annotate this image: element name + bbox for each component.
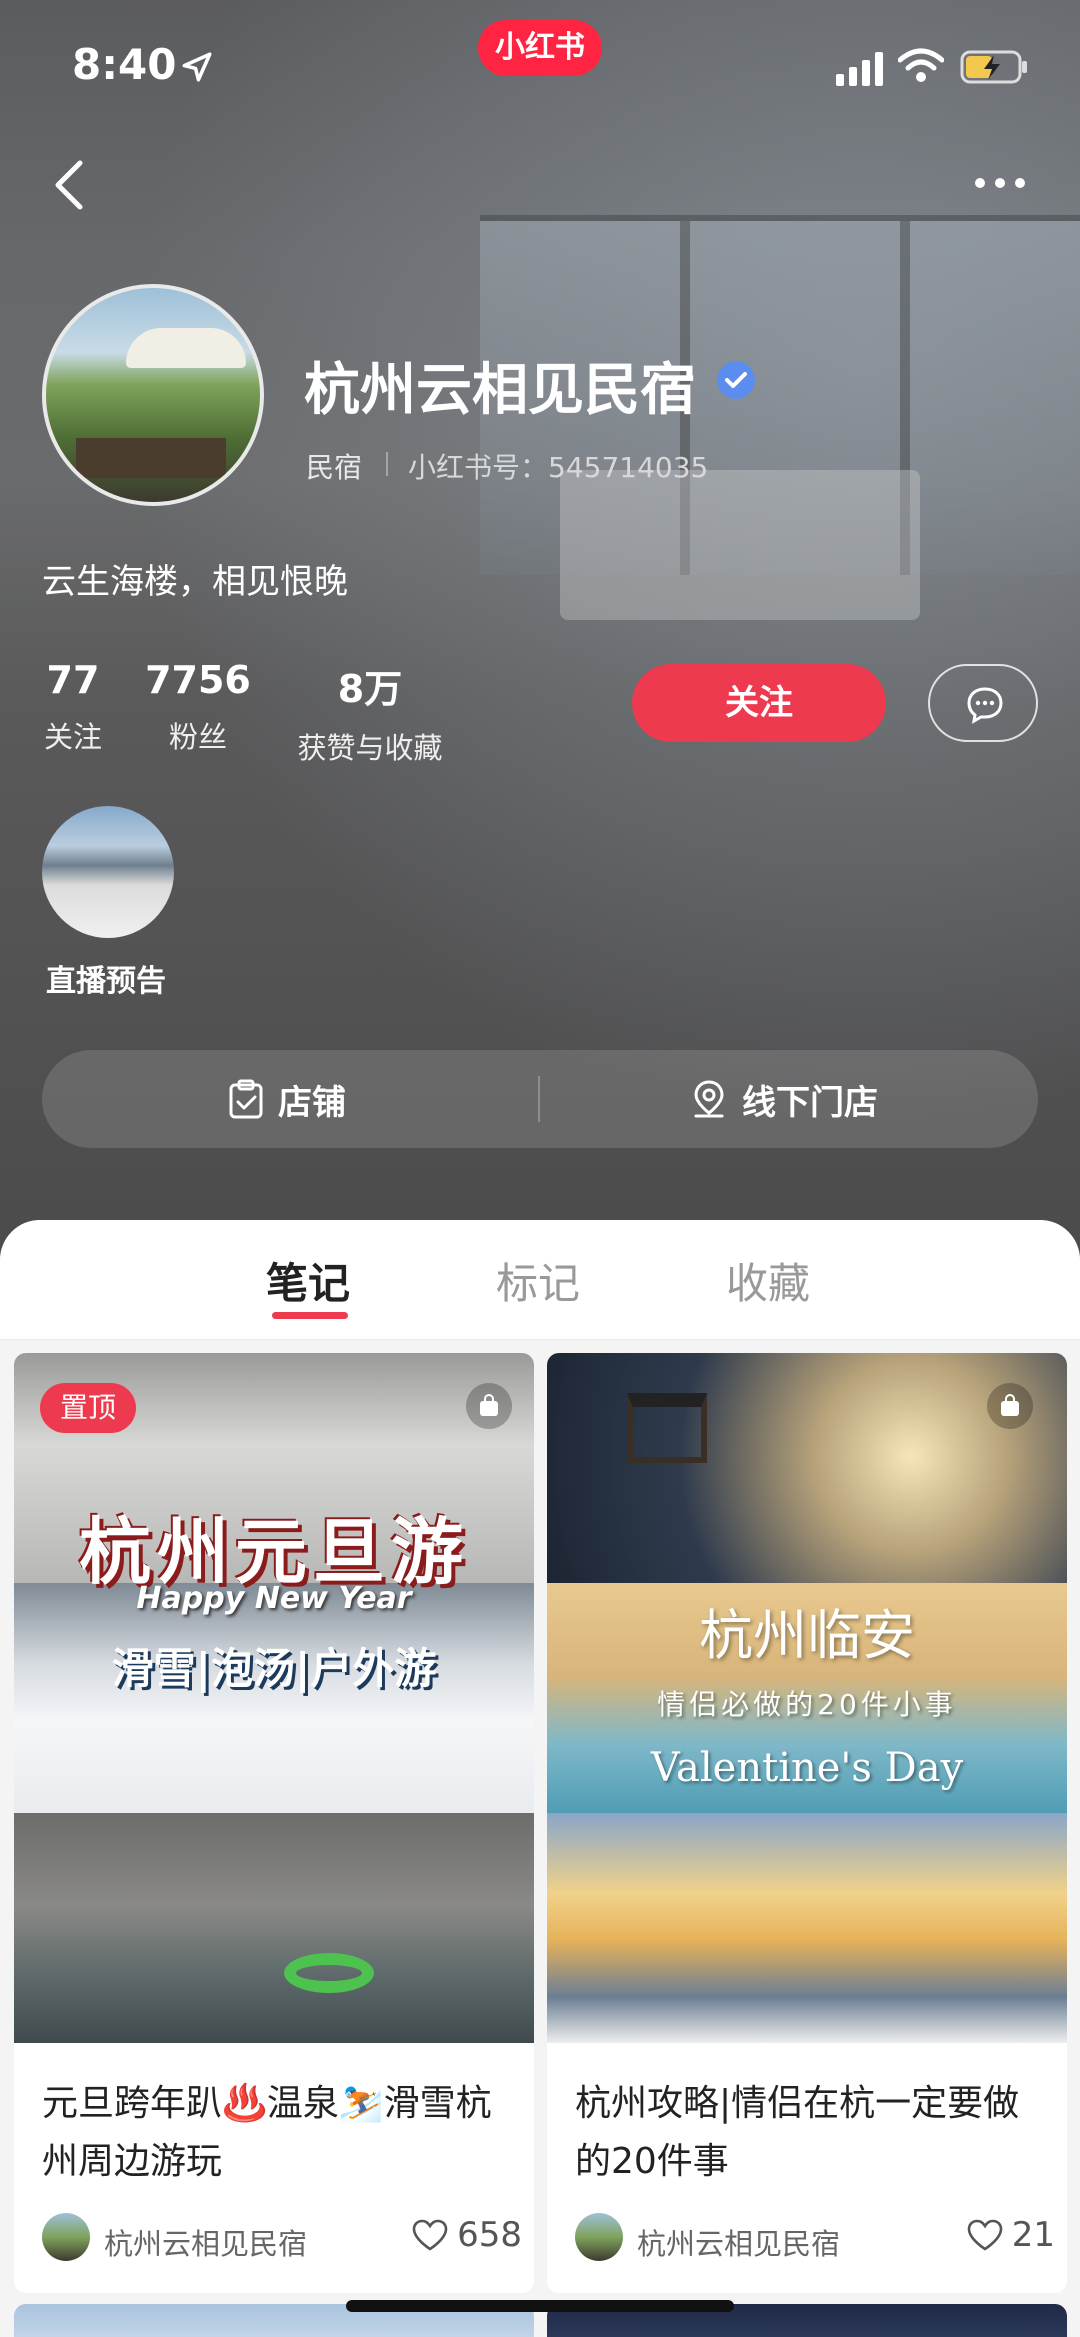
note-cover-image[interactable]: 杭州临安 情侣必做的20件小事 Valentine's Day bbox=[547, 1353, 1067, 2043]
battery-charging-icon bbox=[960, 50, 1027, 84]
pinned-badge: 置顶 bbox=[40, 1383, 136, 1433]
following-label: 关注 bbox=[43, 720, 102, 754]
profile-tabs: 笔记 标记 收藏 bbox=[0, 1220, 1080, 1340]
message-button[interactable] bbox=[928, 664, 1038, 742]
note-meta: 杭州云相见民宿 658 bbox=[42, 2213, 522, 2263]
like-count: 658 bbox=[457, 2215, 522, 2255]
app-badge[interactable]: 小红书 bbox=[478, 20, 602, 76]
location-arrow-icon bbox=[182, 52, 212, 82]
live-preview-label: 直播预告 bbox=[46, 964, 166, 999]
like-button[interactable]: 658 bbox=[411, 2215, 522, 2255]
avatar-umbrella bbox=[126, 328, 246, 368]
like-count: 21 bbox=[1011, 2215, 1055, 2255]
shopping-bag-icon bbox=[987, 1383, 1033, 1429]
active-tab-indicator bbox=[272, 1312, 348, 1319]
verified-badge-icon bbox=[717, 361, 755, 399]
tab-collections[interactable]: 收藏 bbox=[726, 1250, 810, 1311]
cover-director-chair bbox=[627, 1393, 707, 1463]
offline-store-label: 线下门店 bbox=[742, 1082, 878, 1123]
stat-fans[interactable]: 7756 粉丝 bbox=[144, 658, 252, 756]
tab-notes[interactable]: 笔记 bbox=[266, 1250, 350, 1311]
fans-label: 粉丝 bbox=[168, 720, 227, 754]
profile-category: 民宿 bbox=[306, 451, 363, 484]
status-time: 8:40 bbox=[72, 40, 177, 89]
shopping-bag-icon bbox=[466, 1383, 512, 1429]
stat-likes[interactable]: 8万 获赞与收藏 bbox=[290, 658, 450, 767]
status-bar: 8:40 小红书 bbox=[0, 0, 1080, 130]
chat-bubble-icon bbox=[967, 687, 1003, 724]
cover-subtitle-en: Happy New Year bbox=[136, 1581, 412, 1616]
heart-icon bbox=[412, 2219, 448, 2251]
note-cover-image[interactable]: 杭州元旦游 Happy New Year 滑雪|泡汤|户外游 置顶 bbox=[14, 1353, 534, 2043]
note-title: 元旦跨年趴♨️温泉⛷️滑雪杭州周边游玩 bbox=[42, 2083, 492, 2182]
heart-icon bbox=[967, 2219, 1003, 2251]
author-avatar[interactable] bbox=[42, 2213, 90, 2261]
likes-count: 8万 bbox=[337, 667, 403, 711]
profile-bio: 云生海楼，相见恨晚 bbox=[42, 562, 348, 602]
shop-divider bbox=[538, 1076, 540, 1122]
author-name[interactable]: 杭州云相见民宿 bbox=[637, 2221, 840, 2263]
author-avatar[interactable] bbox=[575, 2213, 623, 2261]
background-bed bbox=[560, 470, 920, 620]
cover-subtitle-cn: 情侣必做的20件小事 bbox=[657, 1688, 957, 1721]
author-name[interactable]: 杭州云相见民宿 bbox=[104, 2221, 307, 2263]
likes-label: 获赞与收藏 bbox=[297, 731, 443, 765]
cover-subtitle-en: Valentine's Day bbox=[650, 1745, 964, 1791]
store-label: 店铺 bbox=[278, 1082, 346, 1123]
profile-red-id: 小红书号：545714035 bbox=[408, 451, 709, 484]
content-sheet: 笔记 标记 收藏 杭州元旦游 Happy New Year 滑雪|泡汤|户外游 … bbox=[0, 1220, 1080, 2337]
like-button[interactable]: 21 bbox=[966, 2215, 1055, 2255]
note-card[interactable]: 杭州元旦游 Happy New Year 滑雪|泡汤|户外游 置顶 元旦跨年趴♨… bbox=[14, 1353, 534, 2293]
wifi-icon bbox=[898, 48, 944, 82]
shop-bar: 店铺 线下门店 bbox=[42, 1050, 1038, 1148]
fans-count: 7756 bbox=[145, 658, 251, 702]
store-button[interactable]: 店铺 bbox=[228, 1050, 346, 1148]
location-pin-icon bbox=[694, 1080, 724, 1118]
offline-store-button[interactable]: 线下门店 bbox=[690, 1050, 878, 1148]
cover-hot-spring bbox=[14, 1813, 534, 2043]
more-options-icon[interactable] bbox=[970, 168, 1030, 198]
profile-avatar[interactable] bbox=[42, 284, 264, 506]
cover-sunset-mountain bbox=[547, 1813, 1067, 2043]
cover-subtitle-cn: 滑雪|泡汤|户外游 bbox=[111, 1644, 437, 1693]
follow-button[interactable]: 关注 bbox=[632, 664, 886, 742]
note-card[interactable]: 杭州临安 情侣必做的20件小事 Valentine's Day 杭州攻略|情侣在… bbox=[547, 1353, 1067, 2293]
live-preview-thumbnail[interactable] bbox=[42, 806, 174, 938]
cover-fireworks bbox=[547, 1353, 1067, 1583]
tab-marks[interactable]: 标记 bbox=[496, 1250, 580, 1311]
back-arrow-icon[interactable] bbox=[44, 155, 94, 215]
note-meta: 杭州云相见民宿 21 bbox=[575, 2213, 1055, 2263]
avatar-table bbox=[76, 438, 226, 478]
following-count: 77 bbox=[46, 658, 100, 702]
home-indicator[interactable] bbox=[346, 2300, 734, 2312]
profile-name: 杭州云相见民宿 bbox=[304, 358, 696, 423]
category-divider bbox=[386, 452, 388, 476]
note-title: 杭州攻略|情侣在杭一定要做的20件事 bbox=[575, 2083, 1020, 2182]
cover-title: 杭州临安 bbox=[699, 1604, 915, 1667]
cover-swim-ring bbox=[284, 1953, 374, 1993]
cover-ski-slope bbox=[14, 1583, 534, 1813]
store-clipboard-icon bbox=[229, 1079, 263, 1119]
stat-following[interactable]: 77 关注 bbox=[42, 658, 104, 756]
cellular-signal-icon bbox=[836, 52, 883, 86]
